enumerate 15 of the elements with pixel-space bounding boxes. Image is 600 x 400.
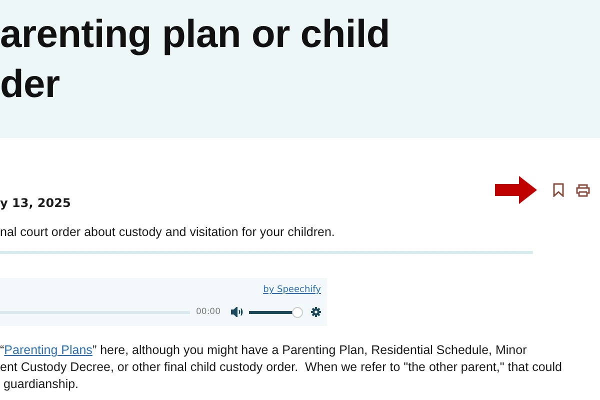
- paragraph-line: guardianship.: [2, 376, 79, 393]
- date-text: y 13, 2025: [0, 196, 71, 210]
- arrow-icon: [495, 176, 537, 204]
- settings-icon[interactable]: [310, 307, 320, 317]
- summary-text: nal court order about custody and visitation for your children.: [0, 225, 335, 239]
- paragraph-line: “Parenting Plans” here, although you might have a Parenting Plan, Residential Schedule, Minor: [0, 342, 527, 359]
- volume-thumb[interactable]: [292, 306, 302, 318]
- print-button[interactable]: [576, 184, 590, 196]
- bookmark-button[interactable]: [553, 183, 564, 197]
- time-text: 00:00: [196, 307, 220, 317]
- credit-link[interactable]: by Speechify: [263, 285, 321, 295]
- page-title: arenting plan or child der: [0, 12, 391, 108]
- speaker-icon[interactable]: [230, 307, 242, 317]
- parenting-plans-link[interactable]: Parenting Plans: [4, 343, 92, 357]
- paragraph-line: ent Custody Decree, or other final child custody order. When we refer to "the other parent," that could: [0, 359, 562, 376]
